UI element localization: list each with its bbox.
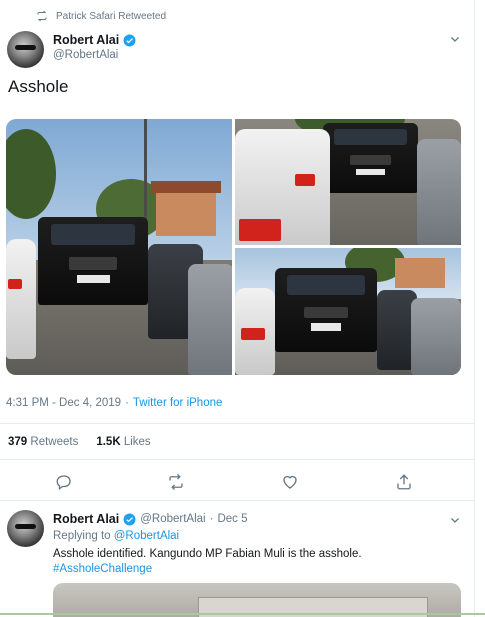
likes-stat[interactable]: 1.5K Likes (96, 436, 150, 448)
reply-text: Asshole identified. Kangundo MP Fabian M… (53, 547, 463, 577)
reply-author-handle[interactable]: @RobertAlai (140, 513, 205, 525)
tweet-text: Asshole (8, 77, 69, 96)
reply-author-name[interactable]: Robert Alai (53, 512, 119, 526)
retweet-icon[interactable] (167, 473, 185, 491)
verified-badge-icon (123, 34, 136, 46)
retweet-context-text: Patrick Safari Retweeted (56, 10, 167, 22)
replying-to: Replying to @RobertAlai (53, 530, 180, 542)
tweet-media[interactable] (6, 119, 461, 375)
timeline-border (474, 0, 475, 617)
retweet-context[interactable]: Patrick Safari Retweeted (36, 10, 166, 22)
reply-avatar[interactable] (7, 510, 44, 547)
divider (0, 500, 474, 501)
like-icon[interactable] (281, 473, 299, 491)
reply-icon[interactable] (55, 473, 73, 491)
tweet-source[interactable]: Twitter for iPhone (133, 397, 222, 409)
share-icon[interactable] (395, 473, 413, 491)
tweet-timestamp[interactable]: 4:31 PM - Dec 4, 2019 (6, 397, 121, 409)
divider (0, 459, 474, 460)
retweets-stat[interactable]: 379 Retweets (8, 436, 78, 448)
divider (0, 423, 474, 424)
photo-2[interactable] (235, 119, 461, 245)
meta-separator: · (125, 397, 129, 409)
reply-date[interactable]: Dec 5 (217, 513, 247, 525)
author-name[interactable]: Robert Alai (53, 33, 119, 47)
retweet-icon (37, 10, 47, 22)
tweet-stats: 379 Retweets 1.5K Likes (8, 436, 151, 448)
photo-1[interactable] (6, 119, 232, 375)
photo-3[interactable] (235, 248, 461, 375)
hashtag-link[interactable]: #AssholeChallenge (53, 562, 463, 577)
replying-to-link[interactable]: @RobertAlai (114, 530, 179, 542)
author-handle[interactable]: @RobertAlai (53, 49, 118, 61)
author-name-row[interactable]: Robert Alai (53, 33, 136, 47)
tweet-actions (0, 473, 474, 493)
window-edge (0, 613, 485, 615)
reply-media[interactable] (53, 583, 461, 617)
chevron-down-icon[interactable] (449, 514, 461, 526)
tweet-meta: 4:31 PM - Dec 4, 2019 · Twitter for iPho… (6, 397, 222, 409)
avatar[interactable] (7, 31, 44, 68)
chevron-down-icon[interactable] (449, 33, 461, 45)
reply-header: Robert Alai @RobertAlai · Dec 5 (53, 512, 247, 526)
verified-badge-icon (123, 513, 136, 525)
reply-separator: · (209, 513, 214, 525)
